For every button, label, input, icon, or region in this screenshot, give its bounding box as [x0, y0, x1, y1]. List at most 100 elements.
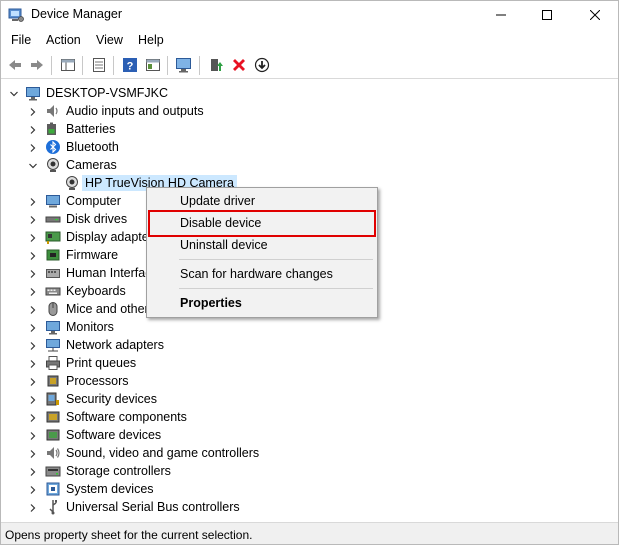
back-button[interactable]	[5, 55, 25, 75]
chevron-right-icon[interactable]	[28, 394, 38, 404]
tree-category-storage-controllers[interactable]: Storage controllers	[1, 462, 618, 480]
tree-category-security-devices[interactable]: Security devices	[1, 390, 618, 408]
menu-file[interactable]: File	[11, 33, 31, 47]
uninstall-button[interactable]	[229, 55, 249, 75]
forward-button[interactable]	[27, 55, 47, 75]
monitor-icon	[45, 319, 61, 335]
disable-device-highlight	[148, 210, 376, 237]
ctx-update-driver[interactable]: Update driver	[147, 190, 377, 212]
collapse-chevron-icon[interactable]	[9, 88, 19, 98]
chevron-right-icon[interactable]	[28, 448, 38, 458]
close-button[interactable]	[572, 1, 618, 29]
close-icon	[590, 10, 600, 20]
display-adapter-icon	[45, 229, 61, 245]
chevron-right-icon[interactable]	[28, 268, 38, 278]
chevron-right-icon[interactable]	[28, 484, 38, 494]
tree-category-label: Monitors	[66, 320, 114, 334]
tree-category-monitors[interactable]: Monitors	[1, 318, 618, 336]
webcam-icon	[64, 175, 80, 191]
tree-category-software-components[interactable]: Software components	[1, 408, 618, 426]
camera-icon	[45, 157, 61, 173]
tree-category-label: Mice and other	[66, 302, 149, 316]
battery-icon	[45, 121, 61, 137]
tree-category-bluetooth[interactable]: Bluetooth	[1, 138, 618, 156]
computer-root-icon	[25, 85, 41, 101]
tree-category-sound-video-and-game-controllers[interactable]: Sound, video and game controllers	[1, 444, 618, 462]
tree-category-print-queues[interactable]: Print queues	[1, 354, 618, 372]
tree-category-network-adapters[interactable]: Network adapters	[1, 336, 618, 354]
tree-category-cameras[interactable]: Cameras	[1, 156, 618, 174]
update-driver-icon	[211, 59, 223, 71]
chevron-right-icon[interactable]	[28, 250, 38, 260]
keyboard-icon	[45, 283, 61, 299]
details-button[interactable]	[143, 55, 163, 75]
tree-category-label: Print queues	[66, 356, 137, 370]
tree-category-label: Bluetooth	[66, 140, 119, 154]
tree-category-software-devices[interactable]: Software devices	[1, 426, 618, 444]
menu-help[interactable]: Help	[138, 33, 164, 47]
computer-icon	[45, 193, 61, 209]
sound-icon	[45, 445, 61, 461]
scan-hardware-button[interactable]	[174, 55, 194, 75]
minimize-button[interactable]	[478, 1, 524, 29]
ctx-scan-hardware[interactable]: Scan for hardware changes	[147, 263, 377, 285]
properties-button[interactable]	[89, 55, 109, 75]
chevron-right-icon[interactable]	[28, 286, 38, 296]
list-view-icon	[93, 58, 105, 72]
chevron-right-icon[interactable]	[28, 142, 38, 152]
tree-category-label: Cameras	[66, 158, 117, 172]
chevron-right-icon[interactable]	[28, 358, 38, 368]
chevron-right-icon[interactable]	[28, 124, 38, 134]
chevron-right-icon[interactable]	[28, 430, 38, 440]
chevron-down-icon[interactable]	[28, 160, 38, 170]
help-button[interactable]: ?	[120, 55, 140, 75]
chevron-right-icon[interactable]	[28, 214, 38, 224]
chevron-right-icon[interactable]	[28, 304, 38, 314]
tree-category-label: Universal Serial Bus controllers	[66, 500, 240, 514]
maximize-button[interactable]	[524, 1, 570, 29]
window-title: Device Manager	[31, 7, 123, 21]
menu-bar: File Action View Help	[1, 30, 618, 51]
tree-category-label: Software components	[66, 410, 187, 424]
maximize-icon	[542, 10, 552, 20]
enable-device-button[interactable]	[252, 55, 272, 75]
tree-category-processors[interactable]: Processors	[1, 372, 618, 390]
chevron-right-icon[interactable]	[28, 322, 38, 332]
tree-category-batteries[interactable]: Batteries	[1, 120, 618, 138]
tree-category-label: Human Interfac	[66, 266, 152, 280]
ctx-uninstall-device[interactable]: Uninstall device	[147, 234, 377, 256]
update-driver-button[interactable]	[206, 55, 226, 75]
back-arrow-icon	[9, 60, 21, 70]
security-icon	[45, 391, 61, 407]
tree-category-universal-serial-bus-controllers[interactable]: Universal Serial Bus controllers	[1, 498, 618, 516]
device-manager-icon	[8, 7, 24, 23]
tree-category-label: Sound, video and game controllers	[66, 446, 260, 460]
ctx-properties[interactable]: Properties	[147, 292, 377, 314]
tree-category-system-devices[interactable]: System devices	[1, 480, 618, 498]
menu-action[interactable]: Action	[46, 33, 81, 47]
chevron-right-icon[interactable]	[28, 376, 38, 386]
chevron-right-icon[interactable]	[28, 412, 38, 422]
chevron-right-icon[interactable]	[28, 466, 38, 476]
tree-category-label: Storage controllers	[66, 464, 171, 478]
tree-category-label: System devices	[66, 482, 154, 496]
tree-category-label: Firmware	[66, 248, 119, 262]
tree-category-audio-inputs-and-outputs[interactable]: Audio inputs and outputs	[1, 102, 618, 120]
context-menu: Update driver Disable device Uninstall d…	[146, 187, 378, 318]
chevron-right-icon[interactable]	[28, 340, 38, 350]
status-text: Opens property sheet for the current sel…	[5, 528, 253, 542]
tree-root[interactable]: DESKTOP-VSMFJKC	[1, 84, 618, 102]
ctx-separator	[179, 288, 373, 289]
disk-drive-icon	[45, 211, 61, 227]
chevron-right-icon[interactable]	[28, 232, 38, 242]
show-hide-tree-button[interactable]	[58, 55, 78, 75]
chevron-right-icon[interactable]	[28, 502, 38, 512]
software-device-icon	[45, 427, 61, 443]
usb-icon	[45, 499, 61, 515]
minimize-icon	[496, 14, 506, 16]
storage-icon	[45, 463, 61, 479]
chevron-right-icon[interactable]	[28, 196, 38, 206]
properties-sheet-icon	[61, 59, 75, 71]
menu-view[interactable]: View	[96, 33, 123, 47]
chevron-right-icon[interactable]	[28, 106, 38, 116]
